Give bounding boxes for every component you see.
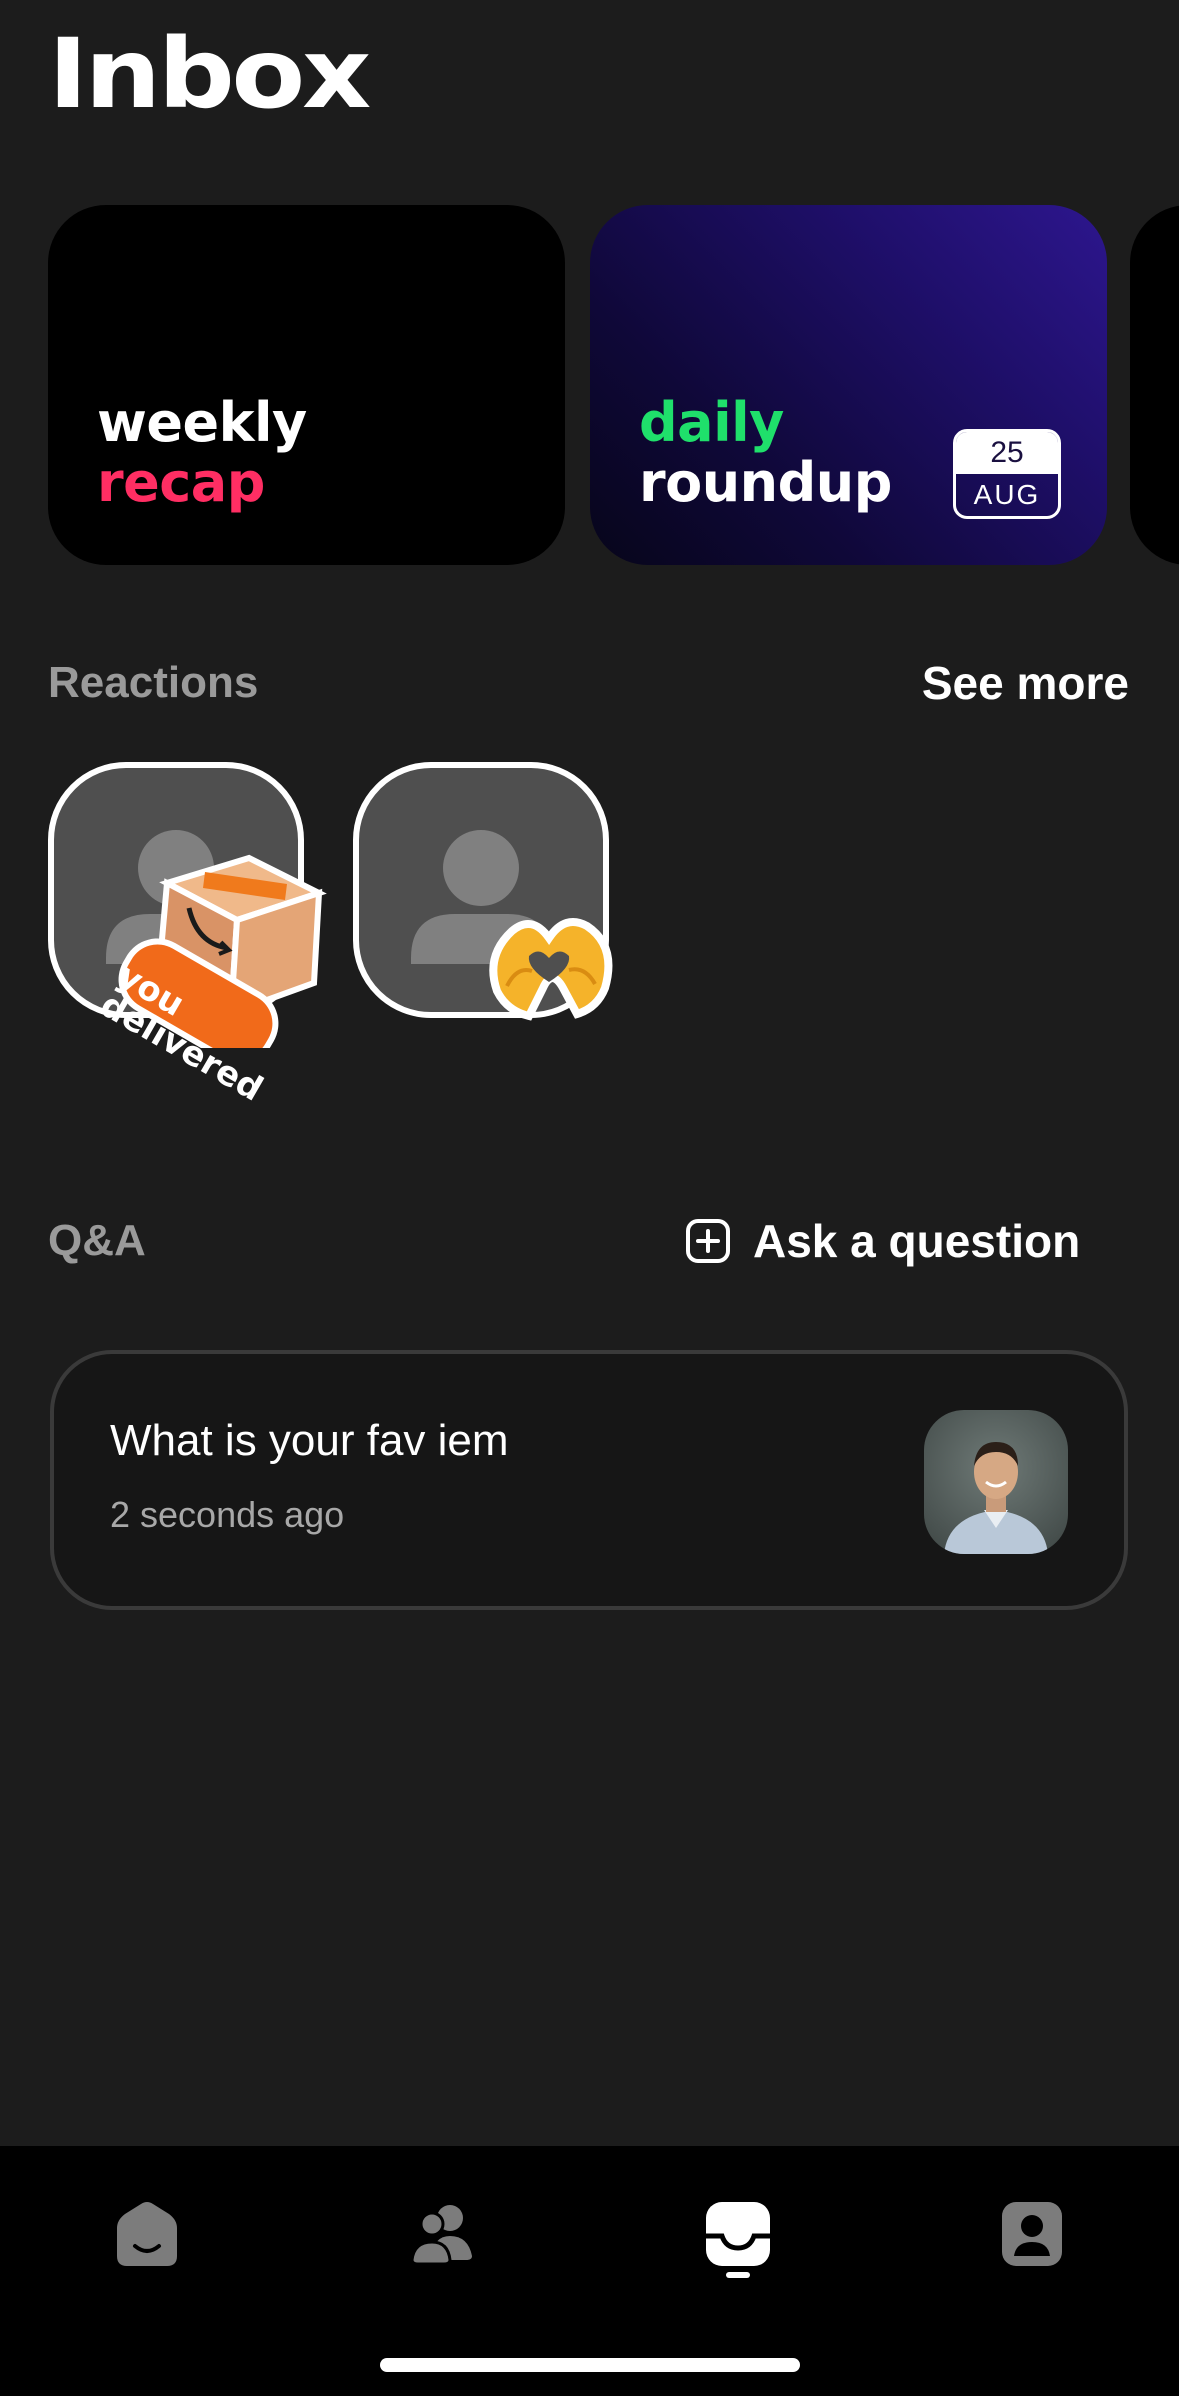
see-more-button[interactable]: See more (922, 656, 1129, 710)
person-photo (944, 1442, 1048, 1554)
roundup-label: roundup (639, 451, 892, 514)
qa-question: What is your fav iem (110, 1416, 509, 1465)
add-square-icon (686, 1219, 730, 1263)
home-icon (117, 2202, 177, 2266)
daily-roundup-card[interactable]: daily roundup 25 AUG (590, 205, 1107, 565)
weekly-recap-title: weekly recap (97, 393, 307, 513)
friends-icon (410, 2205, 472, 2266)
reaction-item[interactable]: you delivered (48, 762, 327, 1110)
qa-item[interactable]: What is your fav iem 2 seconds ago (50, 1350, 1128, 1610)
tab-friends[interactable] (402, 2194, 482, 2274)
reactions-label: Reactions (48, 658, 259, 707)
active-tab-indicator (726, 2272, 750, 2278)
reaction-item[interactable] (353, 762, 613, 1021)
qa-timestamp: 2 seconds ago (110, 1494, 345, 1535)
weekly-recap-card[interactable]: weekly recap (48, 205, 565, 565)
ask-question-button[interactable]: Ask a question (685, 1214, 1080, 1268)
next-card-partial[interactable] (1130, 205, 1179, 565)
delivered-sticker: you delivered (94, 838, 339, 1110)
heart-hands-sticker (477, 896, 627, 1026)
tab-inbox[interactable] (698, 2194, 778, 2274)
home-indicator[interactable] (380, 2358, 800, 2372)
date-badge: 25 AUG (953, 429, 1061, 519)
weekly-label: weekly (97, 391, 307, 454)
tab-bar (0, 2146, 1179, 2396)
page-title: Inbox (48, 18, 371, 130)
heart-hands-icon (489, 918, 613, 1021)
tab-profile[interactable] (992, 2194, 1072, 2274)
recap-label: recap (97, 451, 265, 514)
daily-label: daily (639, 391, 784, 454)
ask-question-label: Ask a question (753, 1215, 1081, 1267)
profile-icon (1002, 2202, 1062, 2266)
inbox-icon (706, 2202, 770, 2266)
date-day: 25 (956, 432, 1058, 474)
qa-label: Q&A (48, 1216, 146, 1265)
tab-home[interactable] (107, 2194, 187, 2274)
date-month: AUG (973, 479, 1041, 510)
asker-photo (924, 1410, 1068, 1554)
daily-roundup-title: daily roundup (639, 393, 892, 513)
inbox-screen: Inbox weekly recap daily roundup 25 AUG … (0, 0, 1179, 2396)
